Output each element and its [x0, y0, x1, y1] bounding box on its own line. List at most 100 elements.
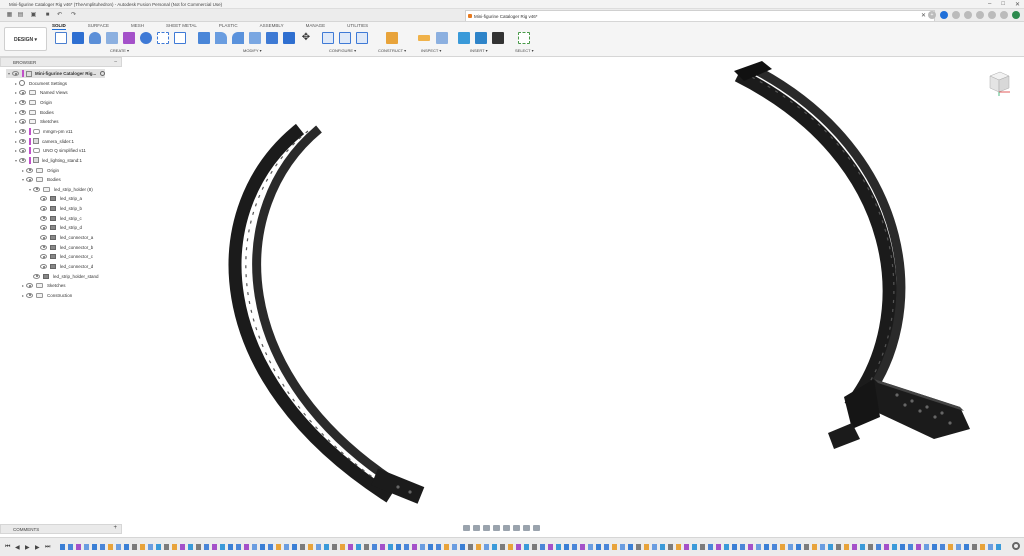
timeline-feature[interactable] — [788, 544, 793, 550]
timeline-feature[interactable] — [956, 544, 961, 550]
timeline-feature[interactable] — [300, 544, 305, 550]
timeline-feature[interactable] — [388, 544, 393, 550]
visibility-eye-icon[interactable] — [40, 206, 47, 212]
visibility-eye-icon[interactable] — [40, 244, 47, 250]
timeline-feature[interactable] — [844, 544, 849, 550]
timeline-feature[interactable] — [180, 544, 185, 550]
bell-icon[interactable] — [988, 11, 996, 19]
timeline-feature[interactable] — [148, 544, 153, 550]
visibility-eye-icon[interactable] — [33, 186, 40, 192]
timeline-feature[interactable] — [188, 544, 193, 550]
configure-theme-icon[interactable] — [356, 32, 368, 44]
browser-root-item[interactable]: ▾ Mini-figurine Cataloger Rig... — [6, 69, 106, 78]
timeline-feature[interactable] — [716, 544, 721, 550]
visibility-eye-icon[interactable] — [19, 148, 26, 154]
pan-icon[interactable] — [483, 525, 490, 531]
tree-item[interactable]: ▸ Origin — [20, 166, 59, 175]
timeline-feature[interactable] — [236, 544, 241, 550]
move-icon[interactable]: ✥ — [300, 32, 312, 44]
timeline-feature[interactable] — [812, 544, 817, 550]
inspect-menu[interactable]: INSPECT ▾ — [421, 48, 441, 53]
timeline-feature[interactable] — [108, 544, 113, 550]
split-icon[interactable] — [283, 32, 295, 44]
visibility-eye-icon[interactable] — [12, 71, 19, 76]
document-tab[interactable]: Mini-figurine Cataloger Rig v46* ✕ — [465, 10, 935, 21]
timeline-feature[interactable] — [564, 544, 569, 550]
timeline-feature[interactable] — [156, 544, 161, 550]
workspace-switcher-button[interactable]: DESIGN ▾ — [4, 27, 47, 51]
tree-item[interactable]: led_connector_c — [34, 252, 93, 261]
timeline-feature[interactable] — [468, 544, 473, 550]
timeline-feature[interactable] — [620, 544, 625, 550]
orbit-icon[interactable] — [463, 525, 470, 531]
timeline-feature[interactable] — [428, 544, 433, 550]
visibility-eye-icon[interactable] — [26, 292, 33, 298]
tree-item[interactable]: ▾ led_lighting_stand:1 — [13, 156, 82, 165]
construct-menu[interactable]: CONSTRUCT ▾ — [378, 48, 406, 53]
timeline-feature[interactable] — [700, 544, 705, 550]
insert-derive-icon[interactable] — [458, 32, 470, 44]
shell-icon[interactable] — [249, 32, 261, 44]
timeline-feature[interactable] — [884, 544, 889, 550]
tab-plastic[interactable]: PLASTIC — [219, 23, 238, 30]
timeline-feature[interactable] — [284, 544, 289, 550]
timeline-feature[interactable] — [772, 544, 777, 550]
timeline-feature[interactable] — [380, 544, 385, 550]
visibility-eye-icon[interactable] — [19, 138, 26, 144]
timeline-feature[interactable] — [196, 544, 201, 550]
timeline-feature[interactable] — [372, 544, 377, 550]
timeline-feature[interactable] — [740, 544, 745, 550]
timeline-feature[interactable] — [244, 544, 249, 550]
viewcube[interactable] — [982, 66, 1014, 98]
timeline-feature[interactable] — [220, 544, 225, 550]
led-strip-right-arc[interactable] — [734, 61, 906, 412]
add-tab-icon[interactable]: + — [928, 11, 936, 19]
timeline-feature[interactable] — [764, 544, 769, 550]
tab-surface[interactable]: SURFACE — [88, 23, 109, 30]
insert-menu[interactable]: INSERT ▾ — [470, 48, 488, 53]
combine-icon[interactable] — [266, 32, 278, 44]
timeline-feature[interactable] — [412, 544, 417, 550]
tree-item[interactable]: ▾ Bodies — [20, 175, 61, 184]
tree-item[interactable]: led_strip_holder_stand — [27, 272, 99, 281]
maximize-button[interactable]: □ — [1001, 1, 1005, 8]
sweep-icon[interactable] — [106, 32, 118, 44]
insert-mesh-icon[interactable] — [492, 32, 504, 44]
visibility-eye-icon[interactable] — [40, 235, 47, 241]
timeline-feature[interactable] — [540, 544, 545, 550]
visibility-eye-icon[interactable] — [40, 196, 47, 202]
activate-target-icon[interactable] — [100, 71, 106, 76]
look-at-icon[interactable] — [473, 525, 480, 531]
led-strip-holder-stand[interactable] — [828, 379, 970, 449]
timeline-feature[interactable] — [612, 544, 617, 550]
timeline-feature[interactable] — [316, 544, 321, 550]
timeline-feature[interactable] — [292, 544, 297, 550]
close-window-button[interactable]: ✕ — [1015, 1, 1020, 8]
fit-icon[interactable] — [503, 525, 510, 531]
tree-item[interactable]: led_connector_d — [34, 262, 93, 271]
timeline-play-icon[interactable]: ▶ — [25, 544, 30, 551]
timeline-feature[interactable] — [572, 544, 577, 550]
timeline-feature[interactable] — [172, 544, 177, 550]
timeline-feature[interactable] — [796, 544, 801, 550]
timeline-feature[interactable] — [908, 544, 913, 550]
save-icon[interactable]: ▤ — [17, 12, 24, 19]
tree-item[interactable]: ▸ UNO Q simplified v11 — [13, 146, 86, 155]
create-menu[interactable]: CREATE ▾ — [110, 48, 129, 53]
timeline-feature[interactable] — [420, 544, 425, 550]
timeline-next-icon[interactable]: ▶ — [35, 544, 40, 551]
visibility-eye-icon[interactable] — [19, 90, 26, 96]
timeline-feature[interactable] — [604, 544, 609, 550]
visibility-eye-icon[interactable] — [40, 225, 47, 231]
timeline-feature[interactable] — [132, 544, 137, 550]
file-icon[interactable]: ▣ — [30, 12, 37, 19]
tree-item[interactable]: ▸ Document Settings — [13, 79, 67, 88]
timeline-start-icon[interactable]: ⏮ — [5, 544, 10, 551]
tree-item[interactable]: ▸ Bodies — [13, 108, 54, 117]
timeline-feature[interactable] — [276, 544, 281, 550]
model-canvas[interactable] — [122, 57, 1024, 537]
timeline-feature[interactable] — [92, 544, 97, 550]
clock-icon[interactable] — [976, 11, 984, 19]
timeline-prev-icon[interactable]: ◀ — [15, 544, 20, 551]
timeline-feature[interactable] — [396, 544, 401, 550]
